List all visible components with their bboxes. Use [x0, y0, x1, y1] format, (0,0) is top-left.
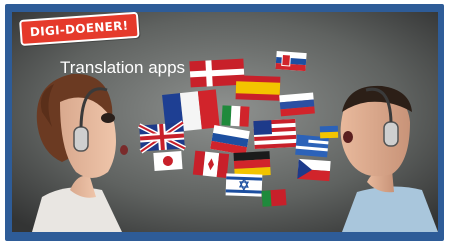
flag-israel — [225, 173, 263, 197]
flag-russia — [279, 92, 315, 117]
flag-italy — [221, 105, 250, 127]
flag-germany — [233, 151, 271, 177]
flag-spain — [235, 75, 281, 101]
hero-illustration — [12, 12, 438, 232]
flag-slovakia — [275, 51, 307, 72]
flag-japan — [153, 151, 183, 171]
hero-image[interactable]: DIGI-DOENER! Translation apps — [12, 12, 438, 232]
flag-usa — [253, 118, 297, 150]
flag-czech — [297, 158, 331, 182]
hero-title: Translation apps — [60, 58, 186, 77]
flag-bottom — [261, 189, 287, 207]
article-card[interactable]: DIGI-DOENER! Translation apps — [0, 0, 450, 247]
flag-uk — [138, 120, 186, 154]
flag-ukraine — [319, 125, 339, 139]
flag-canada — [192, 150, 230, 179]
